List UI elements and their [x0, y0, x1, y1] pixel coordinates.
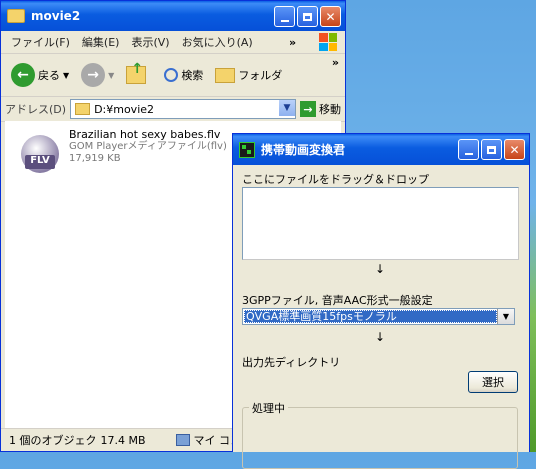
explorer-title-bar[interactable]: movie2 ✕	[1, 1, 345, 31]
back-button[interactable]: ← 戻る ▼	[7, 61, 73, 89]
flv-file-icon: FLV	[19, 129, 61, 175]
down-arrow-icon: ↓	[375, 262, 386, 276]
back-arrow-icon: ←	[11, 63, 35, 87]
file-size: 17,919 KB	[69, 153, 121, 164]
folders-label: フォルダ	[238, 69, 283, 82]
up-folder-button[interactable]: ↑	[122, 61, 150, 86]
output-label: 出力先ディレクトリ	[242, 356, 341, 369]
window-title: movie2	[31, 9, 81, 23]
forward-button[interactable]: → ▼	[77, 61, 118, 89]
processing-group	[242, 407, 518, 469]
forward-dropdown-icon[interactable]: ▼	[108, 71, 114, 80]
close-button[interactable]: ✕	[504, 139, 525, 160]
minimize-button[interactable]	[458, 139, 479, 160]
maximize-button[interactable]	[297, 6, 318, 27]
maximize-button[interactable]	[481, 139, 502, 160]
converter-window: 携帯動画変換君 ✕ ここにファイルをドラッグ＆ドロップ ↓ 3GPPファイル, …	[232, 133, 530, 469]
select-button[interactable]: 選択	[468, 371, 518, 393]
drop-label: ここにファイルをドラッグ＆ドロップ	[242, 173, 429, 186]
up-folder-icon: ↑	[126, 61, 147, 84]
minimize-icon	[280, 19, 289, 22]
back-dropdown-icon[interactable]: ▼	[63, 71, 69, 80]
windows-logo-icon	[319, 33, 337, 51]
folder-icon	[7, 9, 25, 23]
go-button[interactable]: → 移動	[300, 101, 341, 117]
address-label: アドレス(D)	[5, 103, 67, 116]
menu-file[interactable]: ファイル(F)	[5, 34, 76, 50]
address-bar: アドレス(D) D:¥movie2 ▼ → 移動	[1, 97, 345, 122]
folders-icon	[215, 67, 236, 83]
processing-label: 処理中	[249, 400, 288, 416]
computer-icon	[175, 434, 190, 446]
status-objects: 1 個のオブジェク	[9, 434, 97, 447]
preset-value: QVGA標準画質15fpsモノラル	[244, 310, 497, 323]
setting-label: 3GPPファイル, 音声AAC形式一般設定	[242, 294, 433, 307]
close-icon: ✕	[509, 142, 520, 157]
close-icon: ✕	[325, 9, 336, 24]
chevron-down-icon[interactable]: ▼	[497, 309, 514, 324]
select-label: 選択	[482, 376, 504, 389]
go-label: 移動	[319, 103, 341, 116]
folders-button[interactable]: フォルダ	[211, 65, 286, 85]
address-input[interactable]: D:¥movie2 ▼	[70, 99, 296, 119]
app-icon	[239, 141, 255, 158]
status-size: 17.4 MB	[100, 433, 146, 447]
flv-icon-text: FLV	[25, 155, 55, 169]
address-value: D:¥movie2	[94, 102, 155, 116]
menu-bar: ファイル(F) 編集(E) 表示(V) お気に入り(A) »	[1, 31, 345, 54]
back-label: 戻る	[38, 69, 60, 82]
toolbar-overflow[interactable]: »	[332, 56, 339, 69]
drop-zone[interactable]	[242, 187, 519, 260]
file-item[interactable]: FLV Brazilian hot sexy babes.flv GOM Pla…	[19, 129, 227, 175]
menu-edit[interactable]: 編集(E)	[76, 34, 126, 50]
search-icon	[164, 68, 179, 82]
file-type: GOM Playerメディアファイル(flv)	[69, 141, 227, 152]
forward-arrow-icon: →	[81, 63, 106, 87]
search-button[interactable]: 検索	[160, 65, 207, 85]
close-button[interactable]: ✕	[320, 6, 341, 27]
preset-select[interactable]: QVGA標準画質15fpsモノラル ▼	[242, 308, 515, 325]
maximize-icon	[487, 145, 496, 154]
file-name: Brazilian hot sexy babes.flv	[69, 128, 221, 141]
search-label: 検索	[181, 69, 204, 82]
converter-title-bar[interactable]: 携帯動画変換君 ✕	[233, 134, 529, 165]
chevron-down-icon[interactable]: ▼	[279, 100, 295, 116]
folder-icon	[75, 103, 91, 115]
minimize-button[interactable]	[274, 6, 295, 27]
down-arrow-icon: ↓	[375, 330, 386, 344]
toolbar: ← 戻る ▼ → ▼ ↑ 検索 フォルダ »	[1, 54, 345, 97]
maximize-icon	[303, 12, 312, 21]
converter-title: 携帯動画変換君	[261, 143, 346, 157]
menu-overflow[interactable]: »	[289, 36, 296, 49]
menu-view[interactable]: 表示(V)	[125, 34, 175, 50]
go-arrow-icon: →	[300, 101, 316, 117]
menu-favorites[interactable]: お気に入り(A)	[176, 34, 259, 50]
minimize-icon	[464, 152, 473, 155]
